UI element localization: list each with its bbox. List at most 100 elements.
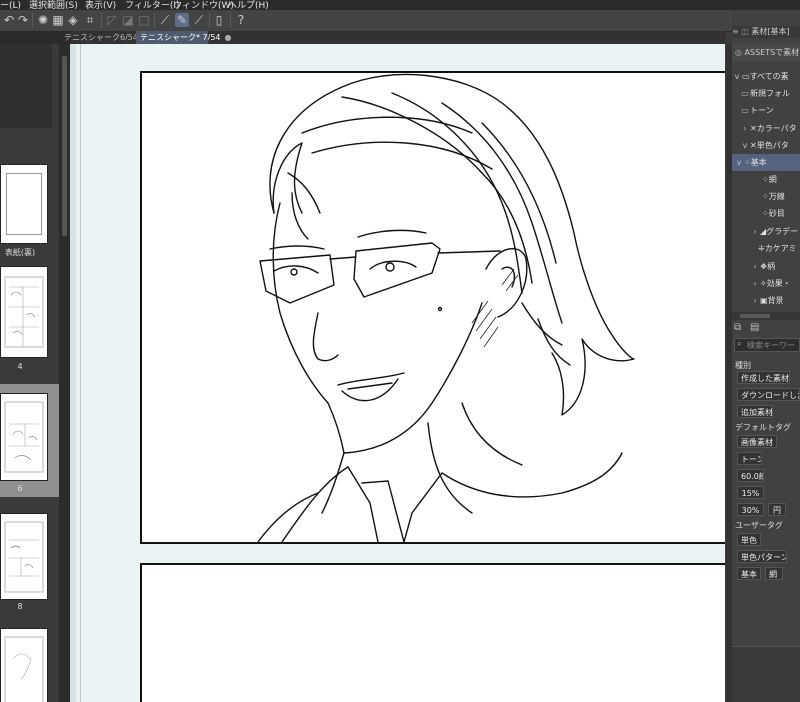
redo-icon[interactable]: ↷ [16,13,30,27]
tree-item-mono-pattern[interactable]: v ✕単色パタ [732,137,800,154]
tag-tone[interactable]: トーン [737,452,762,465]
tag-mono-pattern[interactable]: 単色パターン [737,550,787,563]
canvas-area[interactable] [70,44,725,702]
tree-item-effect[interactable]: › ✧効果・ [732,275,800,292]
folder-icon: ▭ [741,106,749,115]
fill-icon[interactable]: ◸ [105,13,119,27]
page-item[interactable]: 8 [0,504,59,614]
tree-label: カラーパタ [756,124,797,133]
vector-pen-icon[interactable]: ✎ [175,13,189,27]
menu-filter[interactable]: フィルター(I) [125,0,180,10]
tree-label: カケアミ [764,244,797,253]
tree-label: 効果・ [766,279,791,288]
flip-icon[interactable]: ◈ [66,13,80,27]
transform-icon[interactable]: ⌗ [83,13,97,27]
pen-tool-icon[interactable]: ⟋ [158,13,172,27]
folder-icon: ▭ [742,72,750,81]
tablet-icon[interactable]: ▯ [212,13,226,27]
effect-icon: ✧ [760,279,767,288]
settings-icon[interactable]: ▤ [750,322,759,333]
comic-panel-frame[interactable] [140,563,725,702]
search-icon: ⌕ [737,339,742,348]
tree-label: トーン [750,106,774,115]
tag-circle[interactable]: 円 [768,503,786,516]
modified-dot-icon[interactable]: ● [225,33,232,42]
tree-item-basic[interactable]: v ⁘基本 [732,154,800,171]
tree-item-tone[interactable]: ▭トーン [732,102,800,119]
tag-30-percent[interactable]: 30% [737,503,764,516]
tree-scrollbar[interactable] [732,312,800,320]
tree-item-gradient[interactable]: › ◢グラデー [732,223,800,240]
tree-item-sand[interactable]: ⁘砂目 [732,205,800,222]
tree-label: 新規フォル [750,89,790,98]
tab-document-6[interactable]: テニスシャーク6/54× [60,31,149,44]
filter-created-material[interactable]: 作成した素材 [737,371,790,384]
document-tabs: テニスシャーク6/54× テニスシャーク* 7/54 ● [0,31,726,44]
crop-icon[interactable]: ▦ [51,13,65,27]
menu-bar: ー(L) 選択範囲(S) 表示(V) フィルター(I) ウィンドウ(W) ヘルプ… [0,0,800,10]
tree-item-new-folder[interactable]: ▭新規フォル [732,85,800,102]
tree-item-lines[interactable]: ⁘万線 [732,188,800,205]
tab-label: テニスシャーク6/54 [64,33,138,42]
menu-select[interactable]: 選択範囲(S) [29,0,78,10]
tag-basic[interactable]: 基本 [737,567,761,580]
page-top-blank [0,44,52,128]
page-item-selected[interactable]: 6 [0,384,59,497]
page-manager-panel: 表紙(裏) 4 6 8 [0,44,59,702]
character-illustration [257,73,635,542]
search-placeholder: 検索キーワー [747,341,795,350]
tab-label: テニスシャーク* 7/54 [140,33,221,42]
tree-item-mesh[interactable]: ⁘網 [732,171,800,188]
tree-item-background[interactable]: › ▣背景 [732,292,800,309]
chevron-down-icon: v [734,72,740,81]
kind-label: 種別 [735,361,751,370]
page-thumbnail [0,393,48,481]
add-folder-icon[interactable]: ⧉ [734,322,741,333]
menu-help[interactable]: ヘルプ(H) [228,0,269,10]
filter-downloaded-material[interactable]: ダウンロードした素 [737,388,800,401]
dots-icon: ⁘ [762,175,769,184]
tree-item-color-pattern[interactable]: › ✕カラーパタ [732,120,800,137]
undo-icon[interactable]: ↶ [2,13,16,27]
canvas-left-gutter [70,44,76,702]
chevron-down-icon: v [742,141,748,150]
page-item[interactable]: 表紙(裏) [0,161,59,261]
tag-mesh[interactable]: 網 [765,567,783,580]
tag-image-material[interactable]: 画像素材 [737,435,777,448]
page-item[interactable]: 4 [0,264,59,379]
page-thumbnail [0,628,48,702]
help-icon[interactable]: ? [234,13,248,27]
tree-item-pattern[interactable]: › ❖柄 [732,258,800,275]
page-thumbnail [0,513,48,600]
tree-label: 単色パタ [756,141,789,150]
page-panel-scrollbar[interactable] [59,44,70,702]
search-input[interactable]: ⌕ 検索キーワー [734,338,800,352]
tag-15-percent[interactable]: 15% [737,486,764,499]
tag-monochrome[interactable]: 単色 [737,533,761,546]
fill-icon[interactable]: ◪ [121,13,135,27]
page-item[interactable] [0,620,59,702]
chevron-right-icon: › [753,262,757,271]
filter-added-material[interactable]: 追加素材 [737,405,773,418]
tree-item-all-materials[interactable]: v ▭すべての素 [732,68,800,85]
menu-window[interactable]: ウィンドウ(W) [173,0,234,10]
square-icon[interactable]: □ [137,13,151,27]
loading-icon[interactable]: ✺ [36,13,50,27]
default-tag-label: デフォルトタグ [735,423,791,432]
eraser-line-icon[interactable]: ⟋ [192,13,206,27]
tag-60-lines[interactable]: 60.0線 [737,469,764,482]
tab-document-7[interactable]: テニスシャーク* 7/54 ● [136,31,232,44]
tree-item-crosshatch[interactable]: ⁜カケアミ [732,240,800,257]
menu-layer[interactable]: ー(L) [0,0,21,10]
page-label: 表紙(裏) [4,248,36,257]
user-tag-label: ユーザータグ [735,521,783,530]
assets-link[interactable]: ◎ ASSETSで素材を [732,44,800,62]
menu-view[interactable]: 表示(V) [85,0,116,10]
material-panel-tab[interactable]: ≡ ◫ 素材[基本] [732,26,800,38]
comic-panel-frame[interactable] [140,71,725,544]
dots-icon: ⁘ [744,158,751,167]
page-thumbnail [0,266,48,358]
assets-label: ASSETSで素材を [744,48,800,57]
tree-label: グラデー [766,227,799,236]
material-preview-area [732,646,800,702]
